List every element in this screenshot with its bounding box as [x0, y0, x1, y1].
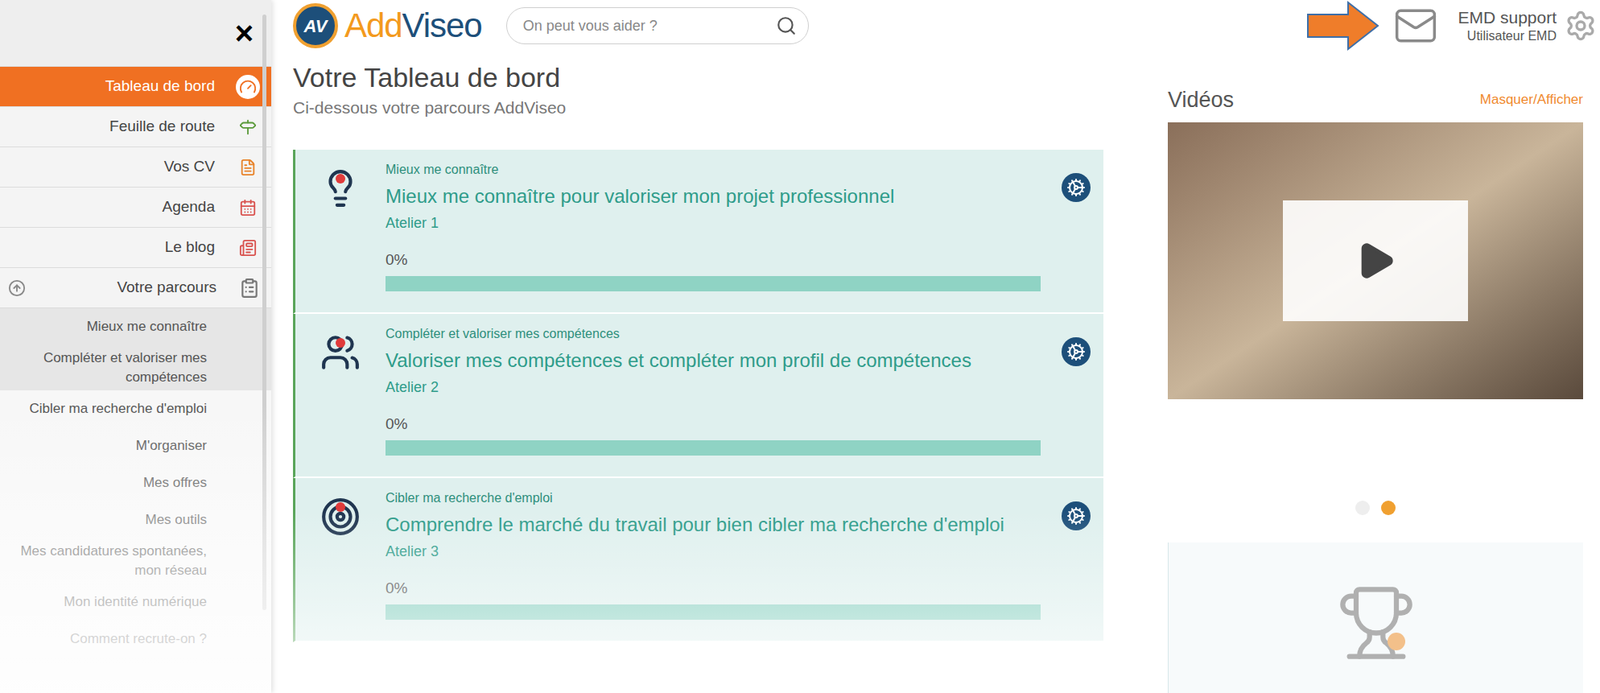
toggle-link[interactable]: Masquer/Afficher — [1480, 89, 1584, 111]
progress-bar — [385, 440, 1041, 456]
settings-button[interactable] — [1061, 337, 1091, 367]
workshop-card[interactable]: Mieux me connaîtreMieux me connaître pou… — [292, 149, 1104, 314]
workshop-card[interactable]: Compléter et valoriser mes compétencesVa… — [292, 313, 1104, 479]
app: × Tableau de bordFeuille de routeVos CVAg… — [0, 0, 1600, 693]
gauge-icon — [235, 74, 260, 99]
progress-bar — [385, 604, 1041, 620]
sidebar: × Tableau de bordFeuille de routeVos CVAg… — [0, 0, 272, 693]
gear-icon — [1066, 177, 1086, 198]
parcours-item[interactable]: Compléter et valoriser mes compétences — [0, 345, 272, 391]
parcours-item[interactable]: Comment recrute-on ? — [0, 620, 272, 658]
play-icon — [1354, 239, 1397, 282]
search-icon[interactable] — [775, 15, 797, 37]
settings-button[interactable] — [1061, 501, 1091, 531]
carousel-dot[interactable] — [1381, 500, 1396, 516]
collapse-icon — [8, 279, 26, 297]
videos-panel: VidéosMasquer/Afficher — [1167, 83, 1584, 693]
fade-overlay — [292, 510, 1104, 693]
clipboard-icon — [239, 277, 260, 299]
search-field[interactable] — [506, 7, 809, 45]
gear-icon — [1066, 342, 1086, 362]
sidebar-item[interactable]: Le blog — [0, 227, 272, 269]
signpost-icon — [235, 115, 260, 140]
parcours-item[interactable]: Cibler ma recherche d'emploi — [0, 390, 272, 428]
dashboard: Votre Tableau de bordCi-dessous votre pa… — [292, 51, 1104, 693]
arrow-icon — [1306, 0, 1381, 52]
workshop-list: Mieux me connaîtreMieux me connaître pou… — [292, 149, 1104, 643]
carousel-dots — [1167, 500, 1584, 516]
team-icon — [316, 328, 365, 377]
search-input[interactable] — [523, 15, 776, 38]
gear-icon[interactable] — [1564, 9, 1597, 42]
carousel-dot[interactable] — [1355, 500, 1370, 516]
user-info[interactable]: EMD supportUtilisateur EMD — [1457, 7, 1557, 45]
trophy-icon — [1336, 582, 1417, 664]
scrollbar[interactable] — [262, 14, 267, 611]
blog-icon — [235, 235, 260, 260]
target-icon — [316, 492, 365, 541]
parcours-item[interactable]: Mon identité numérique — [0, 583, 272, 621]
cv-icon — [235, 155, 260, 180]
fade-overlay — [0, 403, 272, 693]
gear-icon — [1066, 506, 1086, 526]
sidebar-item[interactable]: Feuille de route — [0, 107, 272, 148]
sidebar-item[interactable]: Vos CV — [0, 147, 272, 188]
logo-mark: AV — [292, 3, 339, 49]
parcours-toggle[interactable]: Votre parcours — [0, 268, 272, 309]
calendar-icon — [235, 195, 260, 220]
close-button[interactable]: × — [235, 16, 254, 50]
parcours-item[interactable]: Mes candidatures spontanées, mon réseau — [0, 538, 272, 584]
parcours-item[interactable]: Mes offres — [0, 464, 272, 502]
head-icon — [316, 164, 365, 213]
parcours-item[interactable]: M'organiser — [0, 427, 272, 465]
settings-button[interactable] — [1061, 173, 1091, 203]
sidebar-item[interactable]: Tableau de bord — [0, 66, 272, 108]
trophy-card — [1167, 542, 1584, 693]
video-thumbnail[interactable] — [1167, 122, 1584, 400]
parcours-item[interactable]: Mieux me connaître — [0, 308, 272, 346]
header: AVAddViseo EMD supportUtilisateur EMD — [292, 0, 1600, 52]
progress-bar — [385, 276, 1041, 292]
main: AVAddViseo EMD supportUtilisateur EMD Votr… — [271, 0, 1600, 693]
parcours-item[interactable]: Mes outils — [0, 501, 272, 539]
workshop-card[interactable]: Cibler ma recherche d'emploiComprendre l… — [292, 478, 1104, 643]
parcours-list: Mieux me connaîtreCompléter et valoriser… — [0, 308, 272, 658]
mail-icon[interactable] — [1393, 3, 1439, 49]
logo[interactable]: AVAddViseo — [292, 3, 483, 49]
sidebar-item[interactable]: Agenda — [0, 187, 272, 228]
